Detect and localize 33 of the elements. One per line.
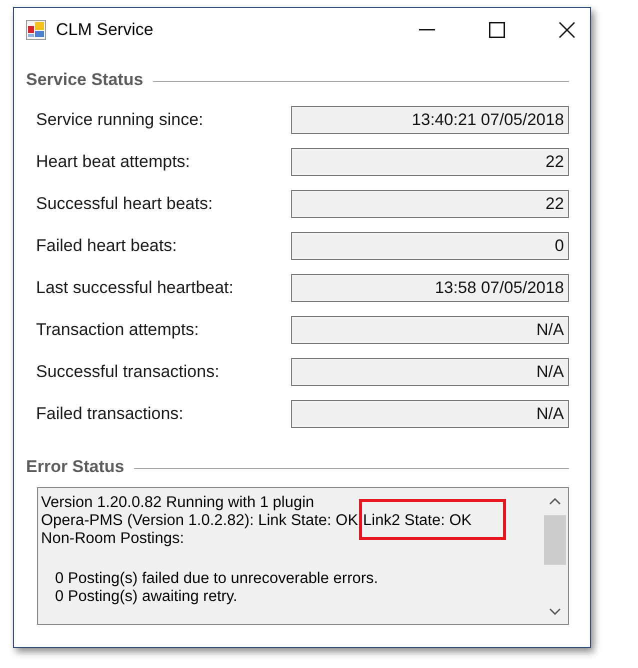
- chevron-down-icon: [549, 608, 561, 614]
- read-only-field[interactable]: N/A: [291, 358, 569, 386]
- log-text: Version 1.20.0.82 Running with 1 plugin: [41, 494, 314, 511]
- colored-squares-icon: [26, 20, 46, 40]
- log-text: Non-Room Postings:: [41, 530, 184, 547]
- log-text: 0 Posting(s) failed due to unrecoverable errors.: [55, 570, 378, 587]
- log-text: 0 Posting(s) awaiting retry.: [55, 588, 238, 605]
- log-text: Link2 State: OK: [363, 512, 472, 529]
- field-label: Failed heart beats:: [36, 236, 177, 256]
- field-label: Transaction attempts:: [36, 320, 199, 340]
- read-only-field[interactable]: 0: [291, 232, 569, 260]
- read-only-field[interactable]: N/A: [291, 400, 569, 428]
- minimize-icon: [419, 29, 435, 31]
- field-label: Failed transactions:: [36, 404, 184, 424]
- read-only-field[interactable]: 22: [291, 190, 569, 218]
- chevron-up-icon: [549, 498, 561, 504]
- read-only-field[interactable]: N/A: [291, 316, 569, 344]
- field-label: Service running since:: [36, 110, 204, 130]
- field-label: Successful heart beats:: [36, 194, 213, 214]
- section-heading: Error Status: [26, 457, 124, 477]
- scrollbar-thumb[interactable]: [544, 515, 566, 565]
- field-label: Successful transactions:: [36, 362, 220, 382]
- section-heading: Service Status: [26, 70, 144, 90]
- close-icon: [559, 22, 575, 38]
- log-text-box[interactable]: Version 1.20.0.82 Running with 1 plugin Opera-PMS (Version 1.0.2.82): Link State: OK Link2 State: OK Non-Room Postings: 0 Posting(s) failed due to unrecoverable errors. 0 Posting(s) awaiting retry.: [37, 487, 569, 625]
- maximize-icon: [489, 22, 505, 38]
- field-label: Last successful heartbeat:: [36, 278, 234, 298]
- field-label: Heart beat attempts:: [36, 152, 190, 172]
- read-only-field[interactable]: 22: [291, 148, 569, 176]
- window-title: CLM Service: [56, 20, 154, 40]
- log-text: Opera-PMS (Version 1.0.2.82): Link State: OK: [41, 512, 358, 529]
- read-only-field[interactable]: 13:40:21 07/05/2018: [291, 106, 569, 134]
- read-only-field[interactable]: 13:58 07/05/2018: [291, 274, 569, 302]
